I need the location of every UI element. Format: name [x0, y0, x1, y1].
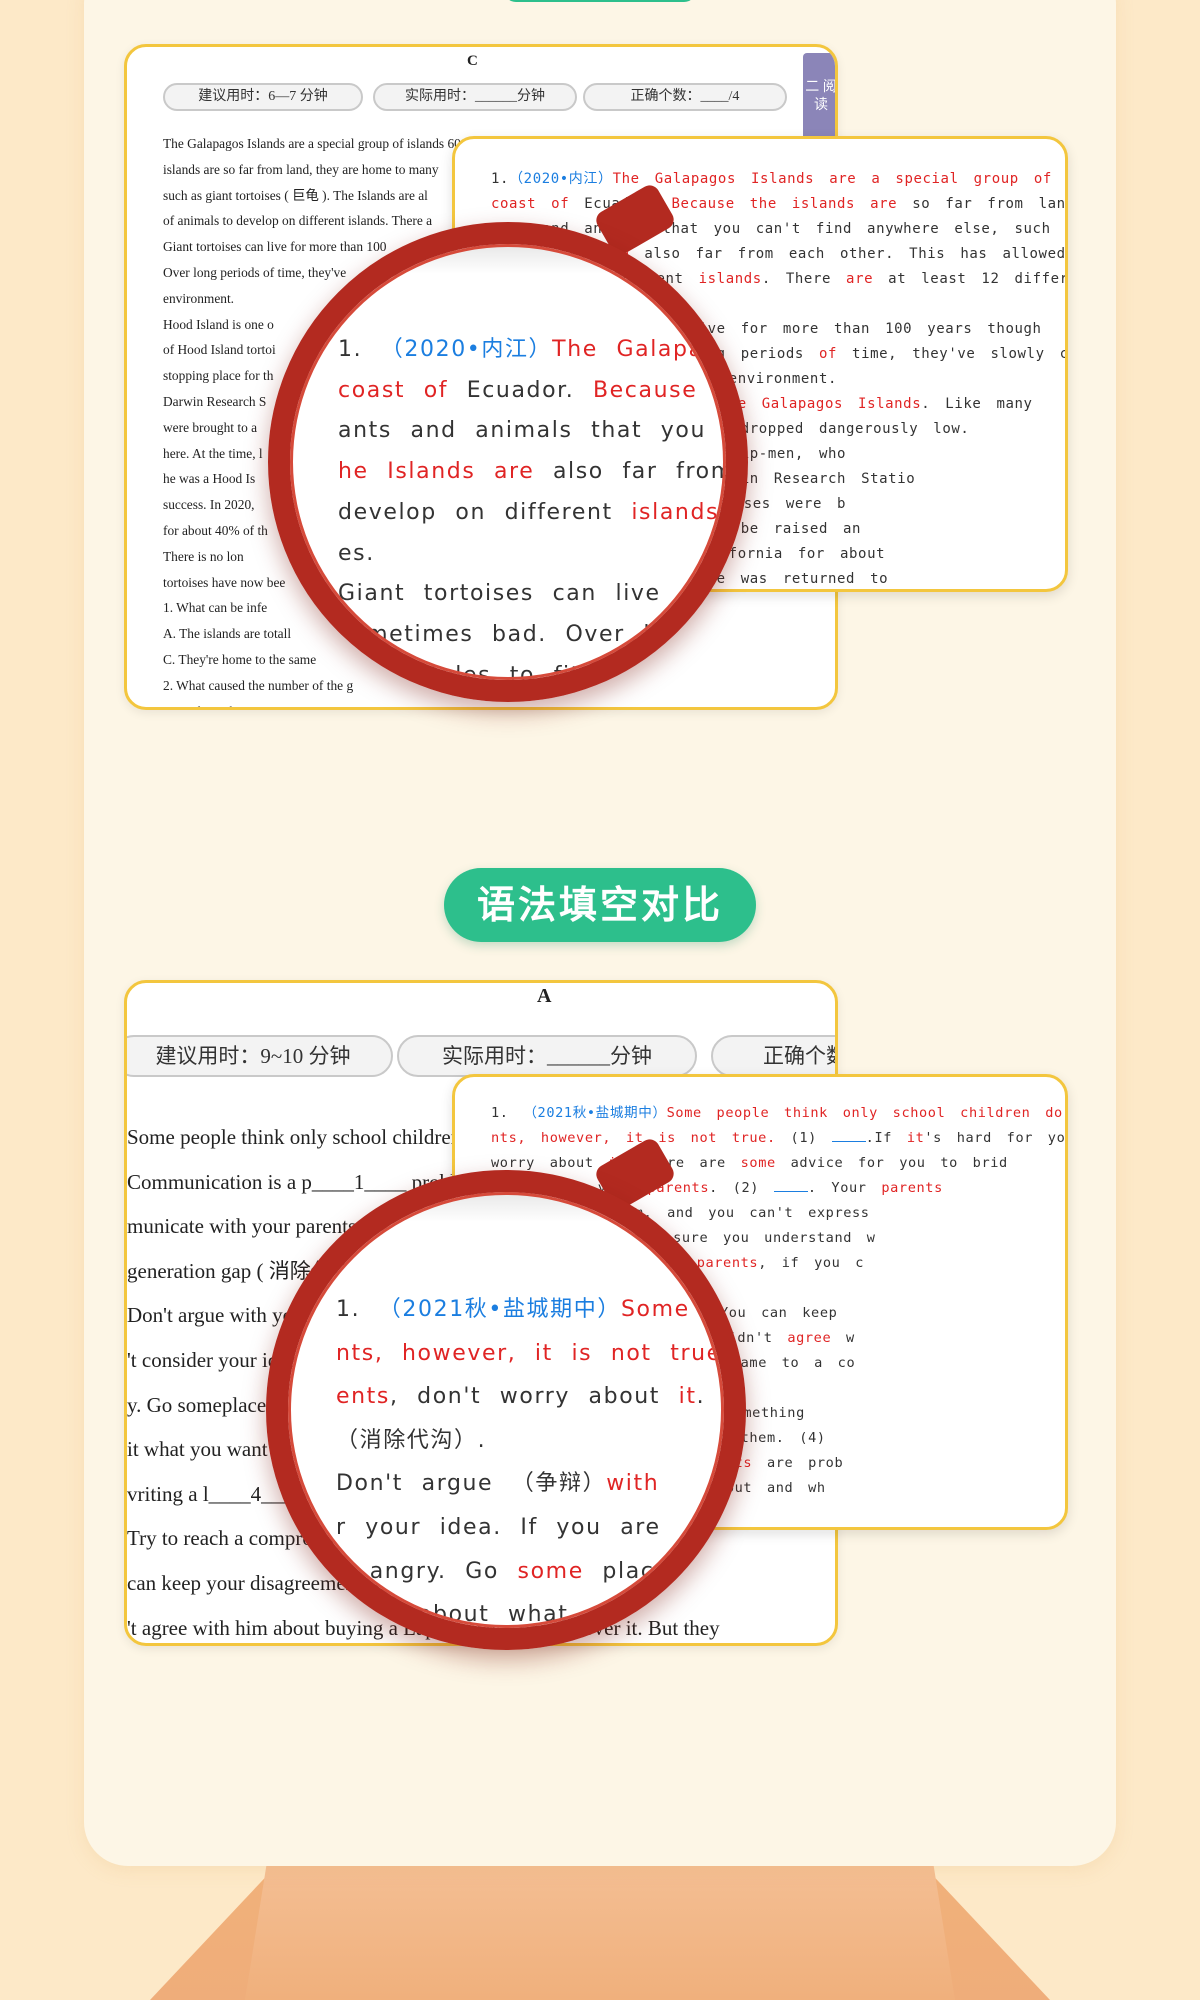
plain-text: are prob: [752, 1455, 844, 1471]
plain-text: advice for you to brid: [775, 1155, 1008, 1171]
highlight-text: nts, however, it is not true.: [491, 1130, 776, 1146]
highlight-text: The Galapagos Islands are a special grou…: [612, 171, 1065, 187]
correct-count-pill: 正确个数: [711, 1035, 835, 1077]
plain-text: so far from land, the: [912, 196, 1066, 212]
text-line: coast of Ecuador. Because the islands ar…: [491, 192, 1066, 217]
magnifier-ring: [268, 222, 748, 702]
top-section-tab: [504, 0, 696, 2]
plain-text: 's hard for you to com: [924, 1130, 1066, 1146]
reading-magnifier: 1. （2020•内江）The Galapagoscoast of Ecuado…: [268, 222, 748, 702]
suggested-time-pill: 建议用时：9~10 分钟: [127, 1035, 393, 1077]
answer-blank: [773, 1191, 808, 1192]
plain-text: 1.: [491, 1105, 524, 1121]
text-line: 1.（2020•内江）The Galapagos Islands are a s…: [491, 167, 1065, 192]
highlight-text: of: [818, 346, 838, 362]
correct-count-pill: 正确个数：____/4: [583, 83, 787, 111]
highlight-text: （2021秋•盐城期中）: [523, 1105, 667, 1121]
highlight-text: it: [906, 1130, 925, 1146]
highlight-text: （2020•内江）: [509, 171, 613, 187]
highlight-text: coast of: [491, 196, 570, 212]
plain-text: , if you c: [758, 1255, 865, 1271]
plain-text: . There: [761, 271, 847, 287]
plain-text: . Your: [807, 1180, 882, 1196]
highlight-text: parents: [881, 1180, 943, 1196]
highlight-text: Because the islands are: [671, 196, 898, 212]
actual-time-pill: 实际用时：______分钟: [397, 1035, 697, 1077]
grammar-magnifier: 1. （2021秋•盐城期中）Some nts, however, it is n…: [266, 1170, 746, 1650]
passage-label: C: [467, 53, 478, 69]
highlight-text: some: [740, 1155, 776, 1171]
text-line: worry about it. Here are some advice for…: [491, 1151, 1065, 1176]
passage-label: A: [537, 985, 552, 1007]
magnifier-ring: [266, 1170, 746, 1650]
highlight-text: are: [846, 271, 874, 287]
suggested-time-pill: 建议用时：6—7 分钟: [163, 83, 363, 111]
plain-text: time, they've slowly chan: [852, 346, 1068, 362]
answer-blank: [831, 1141, 866, 1142]
section-title: 语法填空对比: [444, 868, 756, 942]
plain-text: 1.: [491, 171, 510, 187]
plain-text: .If: [865, 1130, 907, 1146]
highlight-text: parents: [696, 1255, 759, 1271]
highlight-text: Some people think only school children d…: [666, 1105, 1068, 1121]
plain-text: w: [831, 1330, 855, 1346]
plain-text: (1): [775, 1130, 832, 1146]
actual-time-pill: 实际用时：______分钟: [373, 83, 577, 111]
highlight-text: agree: [787, 1330, 832, 1346]
text-line: 1. （2021秋•盐城期中）Some people think only sc…: [491, 1101, 1068, 1126]
text-line: nts, however, it is not true. (1) .If it…: [491, 1126, 1066, 1151]
plain-text: worry about: [491, 1155, 609, 1171]
plain-text: . Like many: [921, 396, 1033, 412]
plain-text: at least 12 different: [888, 271, 1068, 287]
pedestal-highlight: [245, 1866, 955, 2000]
